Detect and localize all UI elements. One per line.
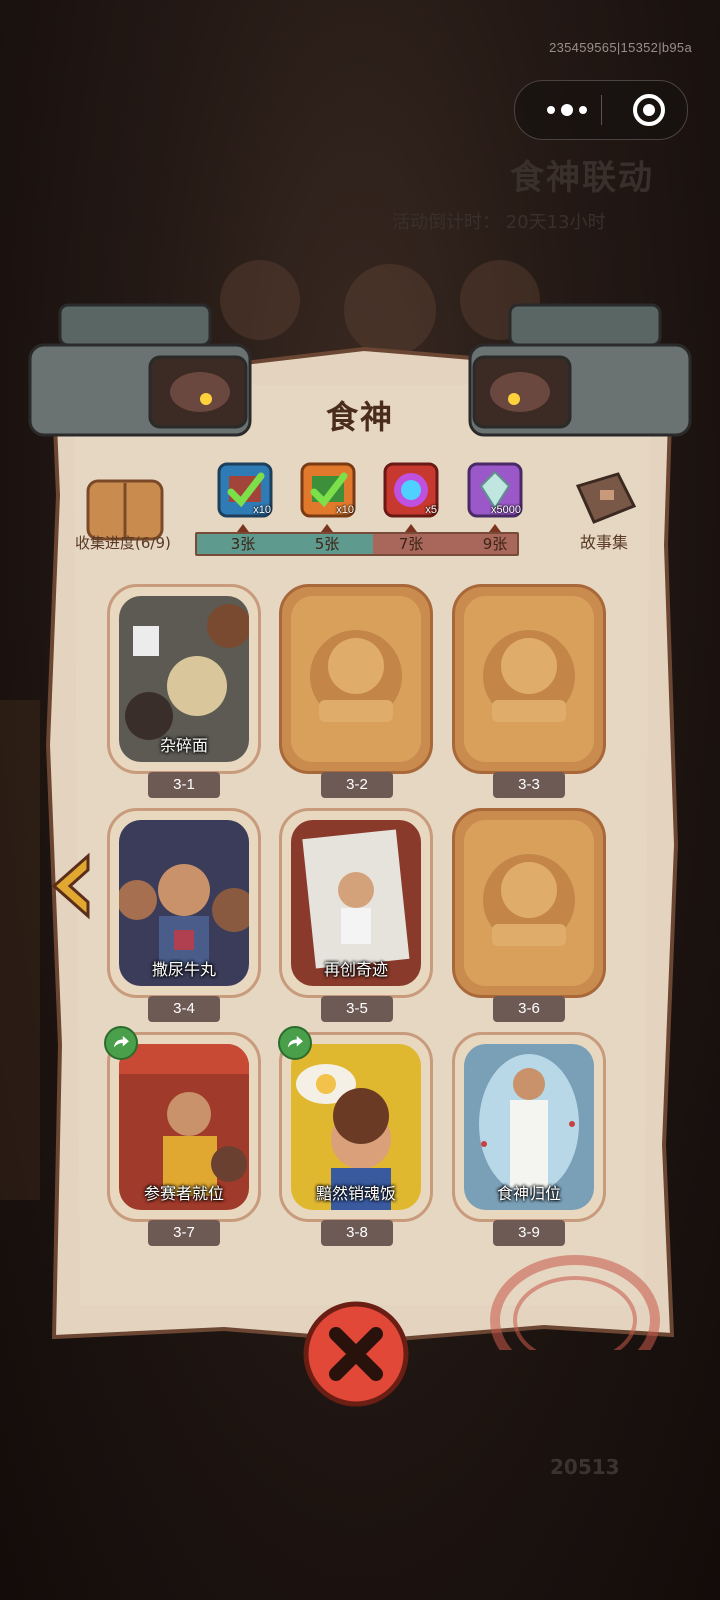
milestone-marker [489,524,501,532]
capsule-divider [601,95,602,125]
card-3-2[interactable] [279,584,433,774]
reward-qty: x5000 [491,504,521,516]
card-number: 3-1 [148,772,220,798]
milestone-label: 3张 [230,535,256,553]
background-event-countdown: 活动倒计时： 20天13小时 [392,212,606,233]
card-title: 黯然销魂饭 [315,1184,396,1203]
previous-page-arrow-icon[interactable] [48,852,94,920]
close-button[interactable] [302,1298,410,1410]
card-3-9[interactable]: 食神归位 [452,1032,606,1222]
reward-3[interactable]: x5 [383,462,439,518]
card-3-1[interactable]: 杂碎面 [107,584,261,774]
reward-1[interactable]: x10 [217,462,273,518]
seal-stamp-decoration [490,1255,660,1350]
card-number: 3-6 [493,996,565,1022]
miniprogram-capsule [514,80,688,140]
card-number: 3-3 [493,772,565,798]
card-3-5[interactable]: 再创奇迹 [279,808,433,998]
card-number: 3-9 [493,1220,565,1246]
milestone-marker [405,524,417,532]
locked-card-silhouette [464,596,594,762]
card-title: 杂碎面 [159,736,208,755]
share-icon[interactable] [278,1026,312,1060]
reward-qty: x5 [425,504,437,516]
collect-progress-label: 收集进度(6/9) [75,534,171,552]
card-number: 3-7 [148,1220,220,1246]
reward-qty: x10 [336,504,354,516]
card-3-7[interactable]: 参赛者就位 [107,1032,261,1222]
card-number: 3-8 [321,1220,393,1246]
card-number: 3-2 [321,772,393,798]
card-title: 再创奇迹 [323,960,388,979]
card-title: 撒尿牛丸 [151,960,216,979]
card-title: 参赛者就位 [143,1184,224,1203]
card-3-3[interactable] [452,584,606,774]
milestone-label: 9张 [482,535,508,553]
story-collection-label[interactable]: 故事集 [580,529,628,553]
locked-card-silhouette [464,820,594,986]
card-3-8[interactable]: 黯然销魂饭 [279,1032,433,1222]
milestone-label: 5张 [314,535,340,553]
background-event-title: 食神联动 [510,158,654,198]
background-coin-count: 20513 [550,1455,620,1479]
exit-miniprogram-icon[interactable] [619,81,679,139]
story-book-icon[interactable] [570,470,640,530]
reward-4[interactable]: x5000 [467,462,523,518]
milestone-marker [237,524,249,532]
reward-qty: x10 [253,504,271,516]
device-id-text: 235459565|15352|b95a [549,40,692,55]
share-icon[interactable] [104,1026,138,1060]
panel-title: 食神 [325,398,394,436]
card-number: 3-5 [321,996,393,1022]
reward-2[interactable]: x10 [300,462,356,518]
card-3-4[interactable]: 撒尿牛丸 [107,808,261,998]
milestone-marker [321,524,333,532]
more-icon[interactable] [537,81,597,139]
card-number: 3-4 [148,996,220,1022]
card-3-6[interactable] [452,808,606,998]
milestone-label: 7张 [398,535,424,553]
locked-card-silhouette [291,596,421,762]
card-title: 食神归位 [496,1184,561,1203]
